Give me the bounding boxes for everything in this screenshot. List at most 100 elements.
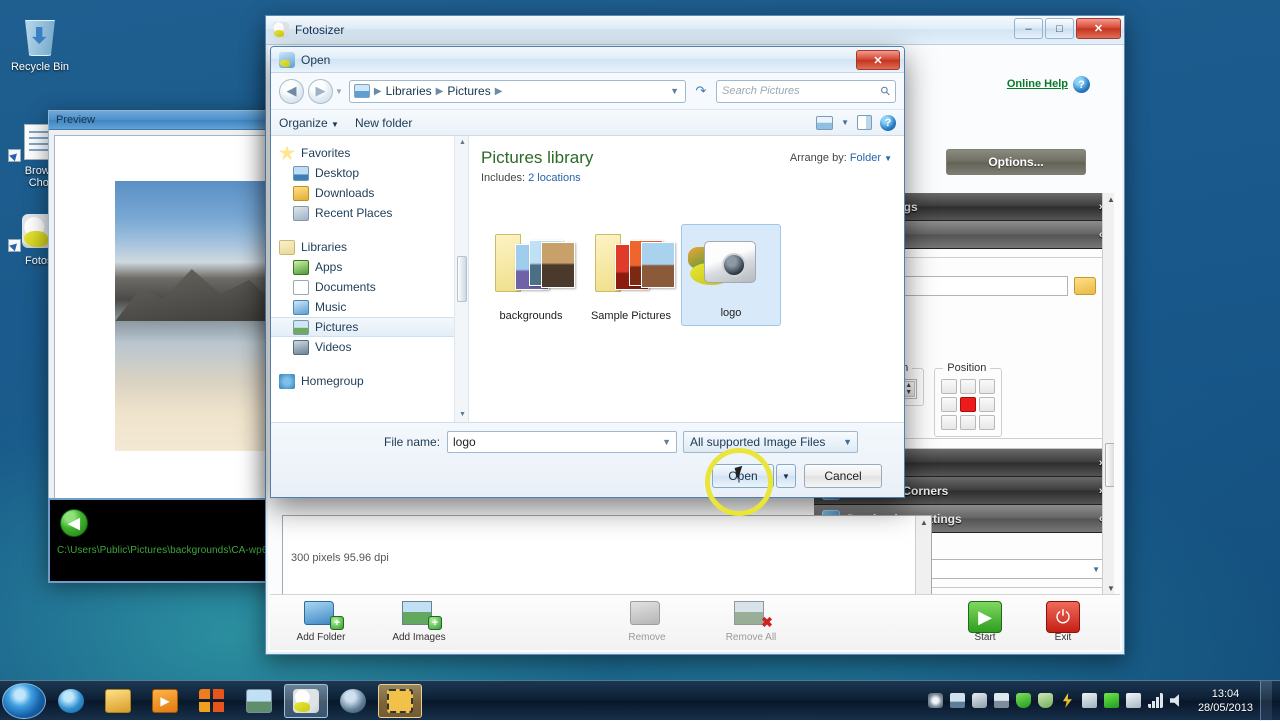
start-button[interactable]: ▶ Start — [942, 599, 1028, 643]
history-caret-icon[interactable]: ▼ — [335, 87, 343, 96]
arrow-left-icon[interactable]: ◀ — [60, 509, 88, 537]
view-mode-icon[interactable] — [816, 116, 833, 130]
add-folder-button[interactable]: + Add Folder — [278, 599, 364, 643]
position-cell[interactable] — [941, 379, 957, 394]
magnifier-icon[interactable]: ⚲ — [878, 83, 894, 99]
bluetooth-icon[interactable] — [972, 693, 987, 708]
maximize-button[interactable]: □ — [1045, 18, 1074, 39]
windows-orb-icon[interactable] — [2, 683, 46, 719]
desktop-icon-recycle-bin[interactable]: Recycle Bin — [4, 18, 76, 73]
remove-button[interactable]: Remove — [604, 599, 690, 643]
position-grid[interactable] — [941, 379, 995, 430]
fotosizer-titlebar[interactable]: Fotosizer – □ ✕ — [266, 16, 1124, 45]
close-button[interactable]: ✕ — [856, 50, 900, 70]
show-desktop-button[interactable] — [1260, 681, 1272, 721]
back-arrow-icon[interactable]: ◀ — [279, 79, 304, 104]
action-center-icon[interactable] — [928, 693, 943, 708]
shield-green-icon[interactable] — [1016, 693, 1031, 708]
nav-item-desktop[interactable]: Desktop — [271, 163, 468, 183]
nav-item-recent-places[interactable]: Recent Places — [271, 203, 468, 223]
search-input[interactable]: Search Pictures ⚲ — [716, 80, 896, 103]
security-icon[interactable] — [1038, 693, 1053, 708]
file-item-logo[interactable]: logo — [681, 224, 781, 326]
file-item-sample-pictures[interactable]: Sample Pictures — [581, 228, 681, 324]
new-folder-button[interactable]: New folder — [355, 116, 412, 130]
scrollbar-thumb[interactable] — [1105, 443, 1114, 487]
taskbar-snipping-icon[interactable] — [378, 684, 422, 718]
position-cell[interactable] — [960, 415, 976, 430]
minimize-button[interactable]: – — [1014, 18, 1043, 39]
taskbar-clock[interactable]: 13:04 28/05/2013 — [1192, 687, 1253, 715]
refresh-icon[interactable]: ↷ — [690, 80, 712, 103]
open-split-caret-icon[interactable]: ▼ — [776, 464, 796, 488]
address-bar[interactable]: ▶ Libraries ▶ Pictures ▶ ▼ — [349, 80, 686, 103]
taskbar-updater-icon[interactable] — [331, 684, 375, 718]
nav-item-downloads[interactable]: Downloads — [271, 183, 468, 203]
taskbar-office-icon[interactable] — [190, 684, 234, 718]
online-help-link[interactable]: Online Help — [1007, 78, 1068, 90]
taskbar-explorer-icon[interactable] — [96, 684, 140, 718]
position-cell[interactable] — [960, 379, 976, 394]
taskbar-internet-explorer-icon[interactable] — [49, 684, 93, 718]
sync-icon[interactable] — [1104, 693, 1119, 708]
chevron-down-icon[interactable]: ▼ — [884, 154, 892, 163]
add-images-button[interactable]: + Add Images — [376, 599, 462, 643]
arrange-value[interactable]: Folder — [850, 152, 881, 164]
forward-arrow-icon[interactable]: ▶ — [308, 79, 333, 104]
arrange-by[interactable]: Arrange by: Folder ▼ — [790, 152, 892, 164]
position-cell[interactable] — [979, 415, 995, 430]
nav-item-videos[interactable]: Videos — [271, 337, 468, 357]
scroll-up-icon[interactable]: ▲ — [1105, 194, 1114, 206]
organize-menu[interactable]: Organize ▼ — [279, 116, 339, 130]
power-flash-icon[interactable] — [1060, 693, 1075, 708]
scroll-down-icon[interactable]: ▼ — [458, 410, 467, 420]
open-dialog-titlebar[interactable]: Open ✕ — [271, 47, 904, 73]
file-item-backgrounds[interactable]: backgrounds — [481, 228, 581, 324]
nav-item-music[interactable]: Music — [271, 297, 468, 317]
position-cell-selected[interactable] — [960, 397, 976, 412]
flag-icon[interactable] — [1082, 693, 1097, 708]
nav-item-pictures[interactable]: Pictures — [271, 317, 468, 337]
nav-item-apps[interactable]: Apps — [271, 257, 468, 277]
remove-all-button[interactable]: ✖ Remove All — [708, 599, 794, 643]
nav-pane-scrollbar[interactable]: ▲ ▼ — [454, 136, 468, 422]
nav-item-libraries[interactable]: Libraries — [271, 237, 468, 257]
settings-scrollbar[interactable]: ▲ ▼ — [1102, 193, 1114, 596]
preview-pane-icon[interactable] — [857, 115, 872, 130]
breadcrumb-pictures[interactable]: Pictures — [447, 84, 490, 98]
position-cell[interactable] — [941, 397, 957, 412]
nav-item-homegroup[interactable]: Homegroup — [271, 371, 468, 391]
chevron-down-icon[interactable]: ▼ — [843, 437, 852, 447]
nav-item-documents[interactable]: Documents — [271, 277, 468, 297]
question-mark-icon[interactable]: ? — [1073, 76, 1090, 93]
cancel-button[interactable]: Cancel — [804, 464, 882, 488]
chevron-down-icon[interactable]: ▼ — [662, 437, 671, 447]
signal-icon[interactable] — [1148, 693, 1163, 708]
breadcrumb-libraries[interactable]: Libraries — [386, 84, 432, 98]
includes-value[interactable]: 2 locations — [528, 172, 581, 184]
scroll-up-icon[interactable]: ▲ — [458, 138, 467, 148]
volume-icon[interactable] — [1170, 693, 1185, 708]
open-folder-icon[interactable] — [1074, 277, 1096, 295]
scrollbar-thumb[interactable] — [457, 256, 467, 302]
navigation-pane[interactable]: Favorites Desktop Downloads Recent Place… — [271, 136, 469, 422]
taskbar-fotosizer-icon[interactable] — [284, 684, 328, 718]
position-cell[interactable] — [979, 397, 995, 412]
help-icon[interactable]: ? — [880, 115, 896, 131]
chevron-down-icon[interactable]: ▼ — [670, 86, 681, 96]
scroll-up-icon[interactable]: ▲ — [918, 517, 930, 529]
chevron-down-icon[interactable]: ▼ — [841, 118, 849, 127]
file-content-pane[interactable]: Pictures library Includes: 2 locations A… — [469, 136, 904, 422]
file-type-select[interactable]: All supported Image Files ▼ — [683, 431, 858, 453]
taskbar-media-player-icon[interactable]: ▶ — [143, 684, 187, 718]
file-name-input[interactable]: logo ▼ — [447, 431, 677, 453]
position-cell[interactable] — [941, 415, 957, 430]
display-icon[interactable] — [950, 693, 965, 708]
position-cell[interactable] — [979, 379, 995, 394]
close-button[interactable]: ✕ — [1076, 18, 1121, 39]
network-card-icon[interactable] — [994, 693, 1009, 708]
open-file-dialog[interactable]: Open ✕ ◀ ▶ ▼ ▶ Libraries ▶ Pictures ▶ ▼ … — [270, 46, 905, 498]
exit-button[interactable]: ⏻ Exit — [1020, 599, 1106, 643]
safely-remove-icon[interactable] — [1126, 693, 1141, 708]
options-button[interactable]: Options... — [946, 149, 1086, 175]
